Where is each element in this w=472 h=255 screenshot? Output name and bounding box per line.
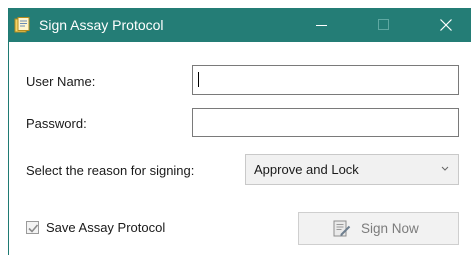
- username-input[interactable]: [193, 66, 458, 94]
- sign-assay-protocol-dialog: Sign Assay Protocol User Name: Password:…: [8, 8, 471, 255]
- username-field[interactable]: [192, 65, 459, 95]
- close-icon: [440, 19, 452, 31]
- text-caret: [198, 72, 199, 87]
- document-icon: [14, 17, 30, 33]
- maximize-button[interactable]: [361, 8, 407, 42]
- window-title: Sign Assay Protocol: [39, 17, 164, 33]
- reason-label: Select the reason for signing:: [26, 163, 195, 178]
- title-bar[interactable]: Sign Assay Protocol: [9, 8, 471, 42]
- password-input[interactable]: [193, 109, 458, 136]
- minimize-icon: [316, 25, 327, 26]
- chevron-down-icon: [441, 166, 449, 171]
- maximize-icon: [378, 19, 389, 30]
- password-label: Password:: [26, 116, 87, 131]
- save-protocol-label: Save Assay Protocol: [46, 220, 166, 235]
- check-icon: [28, 224, 39, 233]
- reason-selected-value: Approve and Lock: [254, 162, 359, 177]
- reason-dropdown[interactable]: Approve and Lock: [245, 154, 459, 185]
- minimize-button[interactable]: [299, 8, 345, 42]
- username-label: User Name:: [26, 74, 96, 89]
- sign-now-label: Sign Now: [361, 221, 419, 236]
- password-field[interactable]: [192, 108, 459, 137]
- sign-now-button[interactable]: Sign Now: [298, 212, 459, 245]
- sign-document-icon: [333, 220, 351, 237]
- close-button[interactable]: [423, 8, 469, 42]
- save-protocol-checkbox[interactable]: [26, 221, 39, 234]
